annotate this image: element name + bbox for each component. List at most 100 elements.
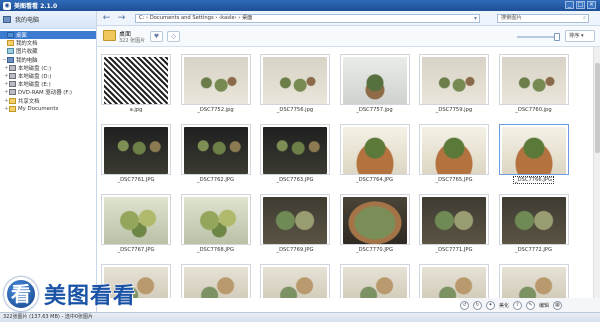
thumbnail-item[interactable] (177, 256, 255, 298)
sidebar-item-label: 我的文档 (16, 41, 38, 48)
thumbnail-frame (498, 54, 569, 105)
thumbnail-caption: _DSC7764.JPG (336, 177, 414, 183)
address-dropdown-icon[interactable]: ▾ (474, 15, 477, 22)
thumbnail-item[interactable]: _DSC7765.JPG (415, 116, 493, 186)
thumbnail-caption: _DSC7763.JPG (256, 177, 334, 183)
thumbnail-item[interactable]: _DSC7757.jpg (336, 47, 414, 116)
rotate-right-icon[interactable]: ↻ (473, 300, 482, 310)
thumbnail-item[interactable]: _DSC7763.JPG (256, 116, 334, 186)
sidebar-item[interactable]: + 本地磁盘 (E:) (0, 80, 96, 88)
thumbnail-frame (180, 124, 251, 175)
thumbnail-frame (180, 264, 251, 298)
file-name: _DSC7760.jpg (515, 107, 552, 113)
folder-tree: 桌面 我的文档 图片收藏 − 我的电脑 + 本地磁盘 (C:) + 本地磁盘 (D:) + 本地磁盘… (0, 29, 96, 113)
thumbnail-item[interactable] (495, 256, 573, 298)
thumbnail-frame (419, 54, 489, 105)
edit-icon[interactable]: ✎ (526, 300, 536, 310)
close-button[interactable]: × (587, 1, 596, 9)
folder-info-bar: 桌面 322 张图片 ♥ ◇ 排序 ▾ (97, 26, 600, 47)
thumbnail-caption: _DSC7771.JPG (415, 247, 493, 253)
vertical-scrollbar[interactable] (593, 47, 600, 298)
thumbnail-image (501, 127, 566, 174)
thumbnail-item[interactable] (415, 256, 493, 298)
thumbnail-item[interactable]: _DSC7772.JPG (495, 186, 573, 256)
thumbnail-frame (419, 264, 489, 298)
computer-icon (3, 16, 11, 23)
thumbnail-frame (498, 124, 569, 175)
thumbnail-caption: _DSC7770.JPG (336, 247, 414, 253)
sidebar-item[interactable]: + 本地磁盘 (D:) (0, 72, 96, 80)
thumbnail-item[interactable] (336, 256, 414, 298)
desktop-icon (7, 32, 14, 39)
thumbnail-item[interactable]: _DSC7760.jpg (495, 47, 573, 116)
slideshow-button[interactable]: ◇ (167, 31, 180, 42)
file-name: _DSC7766.JPG (512, 176, 555, 184)
thumbnail-item[interactable]: _DSC7767.JPG (97, 186, 175, 256)
sidebar-item-label: 本地磁盘 (C:) (18, 65, 52, 72)
thumbnail-frame (260, 124, 330, 175)
sidebar-item[interactable]: − 我的电脑 (0, 56, 96, 64)
maximize-button[interactable]: □ (576, 1, 585, 9)
drive-icon (9, 81, 16, 88)
search-input[interactable]: 搜索图片 ⌕ (497, 14, 589, 23)
thumbnail-item[interactable]: _DSC7759.jpg (415, 47, 493, 116)
edit-button[interactable]: 编辑 (539, 302, 549, 309)
thumbnail-image (104, 267, 168, 298)
sidebar-item[interactable]: 图片收藏 (0, 47, 96, 55)
thumbnail-caption: _DSC7768.JPG (177, 247, 255, 253)
sidebar-item[interactable]: 我的文档 (0, 39, 96, 47)
thumbnail-frame (260, 54, 330, 105)
minimize-button[interactable]: _ (565, 1, 574, 9)
file-name: _DSC7764.JPG (355, 177, 394, 183)
favorite-button[interactable]: ♥ (150, 31, 163, 42)
slider-knob[interactable] (554, 33, 560, 41)
file-name: _DSC7757.jpg (356, 107, 393, 113)
meihua-icon[interactable]: ✦ (486, 300, 495, 310)
folder-icon (103, 30, 116, 41)
sidebar-item[interactable]: + My Documents (0, 105, 96, 113)
sort-button[interactable]: 排序 ▾ (565, 30, 595, 42)
thumbnail-image (104, 57, 168, 104)
file-name: _DSC7772.JPG (514, 247, 553, 253)
thumbnail-item[interactable]: _DSC7769.JPG (256, 186, 334, 256)
sidebar-item[interactable]: + DVD-RAM 驱动器 (F:) (0, 88, 96, 96)
forward-button[interactable]: → (116, 13, 127, 24)
thumbnail-item[interactable]: _DSC7771.JPG (415, 186, 493, 256)
thumbnail-item[interactable] (256, 256, 334, 298)
share-icon[interactable]: ⇪ (513, 300, 523, 310)
thumbnail-item[interactable]: _DSC7752.jpg (177, 47, 255, 116)
file-name: _DSC7765.JPG (435, 177, 473, 183)
thumbnail-item[interactable]: a.jpg (97, 47, 175, 116)
search-icon[interactable]: ⌕ (583, 15, 586, 22)
file-name: _DSC7756.jpg (276, 107, 314, 113)
file-name: _DSC7769.JPG (276, 247, 314, 253)
back-button[interactable]: ← (101, 13, 112, 24)
thumbnail-frame (180, 54, 251, 105)
thumbnail-image (183, 267, 248, 298)
thumbnail-caption: _DSC7762.JPG (177, 177, 255, 183)
sidebar-item-label: 本地磁盘 (D:) (18, 74, 52, 81)
thumbnail-size-slider[interactable] (517, 33, 560, 41)
thumbnail-item[interactable]: _DSC7756.jpg (256, 47, 334, 116)
address-bar[interactable]: C: › Documents and Settings › ‹kasle› › … (135, 14, 480, 23)
thumbnail-frame (498, 194, 569, 245)
thumbnail-item[interactable] (97, 256, 175, 298)
thumbnail-item[interactable]: _DSC7761.JPG (97, 116, 175, 186)
sidebar-root[interactable]: 我的电脑 (0, 11, 96, 29)
thumbnail-item[interactable]: _DSC7766.JPG (495, 116, 573, 186)
thumbnail-item[interactable]: _DSC7768.JPG (177, 186, 255, 256)
thumbnail-item[interactable]: _DSC7770.JPG (336, 186, 414, 256)
meihua-button[interactable]: 美化 (499, 302, 509, 309)
scrollbar-thumb[interactable] (595, 63, 600, 153)
sidebar-item[interactable]: + 共享文档 (0, 97, 96, 105)
pictures-icon (7, 48, 14, 55)
rotate-left-icon[interactable]: ↺ (460, 300, 469, 310)
thumbnail-item[interactable]: _DSC7762.JPG (177, 116, 255, 186)
sidebar-item[interactable]: + 本地磁盘 (C:) (0, 64, 96, 72)
thumbnail-frame (498, 264, 569, 298)
sidebar-item[interactable]: 桌面 (0, 31, 96, 40)
file-name: _DSC7768.JPG (196, 247, 235, 253)
thumbnail-image (183, 127, 248, 174)
grid-view-icon[interactable]: ▦ (553, 300, 563, 310)
thumbnail-item[interactable]: _DSC7764.JPG (336, 116, 414, 186)
